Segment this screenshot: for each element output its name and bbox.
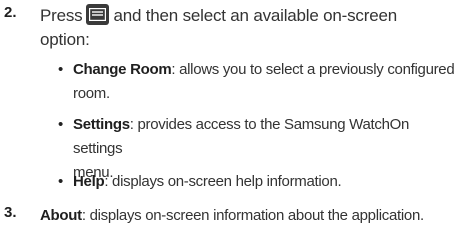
step-desc: : displays on-screen information about t… — [81, 207, 424, 224]
bullet-desc: : allows you to select a previously conf… — [171, 61, 455, 78]
list-item: • Help: displays on-screen help informat… — [58, 170, 458, 194]
bullet-dot: • — [58, 116, 64, 133]
step-number: 3. — [4, 204, 17, 221]
list-item: • Change Room: allows you to select a pr… — [58, 58, 458, 106]
step-text-line2: option: — [40, 30, 90, 49]
bullet-term: Change Room — [73, 61, 172, 78]
bullet-term: Settings — [73, 116, 130, 133]
step-text: About: displays on-screen information ab… — [40, 204, 460, 228]
bullet-term: Help — [73, 173, 105, 190]
step-text-after: and then select an available on-screen — [113, 6, 397, 25]
bullet-dot: • — [58, 61, 64, 78]
step-text-before: Press — [40, 6, 83, 25]
menu-key-icon — [86, 4, 110, 25]
step-number: 2. — [4, 4, 17, 21]
step-text: Press and then select an available on-scr… — [40, 4, 460, 52]
bullet-dot: • — [58, 173, 64, 190]
bullet-desc: : displays on-screen help information. — [104, 173, 342, 190]
bullet-desc-cont: room. — [73, 85, 110, 102]
step-term: About — [40, 207, 82, 224]
